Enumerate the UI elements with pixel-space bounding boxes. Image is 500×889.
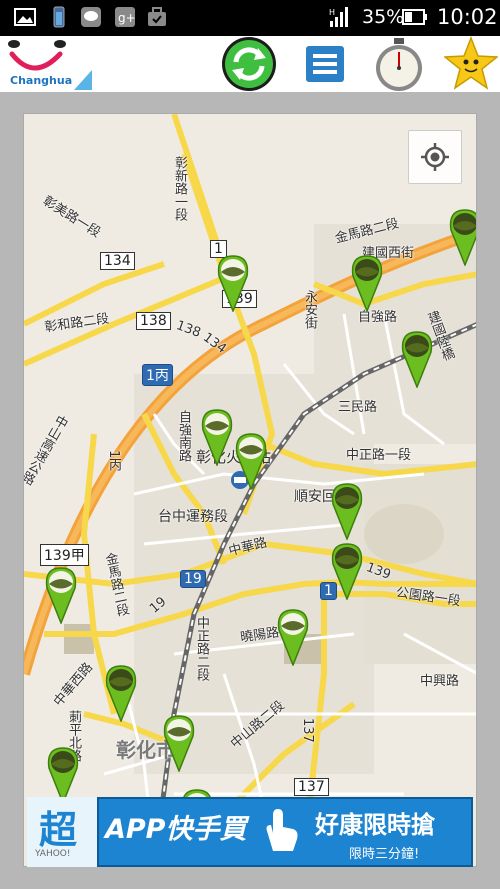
my-location-button[interactable] [408,130,462,184]
route-label-137: 137 [300,718,315,743]
bike-station-pin[interactable] [330,482,364,540]
battery-widget-icon [53,6,65,28]
map-label-zhongxing-road: 中興路 [420,674,460,689]
ad-title: APP快手買 [105,814,247,845]
gallery-icon [14,8,36,26]
ad-logo: 超 YAHOO! [27,797,97,867]
bike-station-pin[interactable] [350,254,384,312]
bike-station-pin[interactable] [162,714,196,772]
bike-station-pin[interactable] [216,254,250,312]
ad-logo-char: 超 [39,808,78,852]
ad-logo-yahoo: YAHOO! [35,849,71,859]
app-header: Changhua [0,36,500,92]
clock: 10:02 [437,5,498,29]
map-label-sanmin-road: 三民路 [338,400,378,415]
bike-station-pin[interactable] [400,330,434,388]
favorites-star-button[interactable] [444,36,498,92]
ad-sub: 限時三分鐘! [349,847,420,862]
map-label-zhongzheng-road: 中正路一段 [346,448,412,463]
map-label-yongan: 永安街 [302,290,317,329]
bike-station-pin[interactable] [104,664,138,722]
map-label-zhongzheng-road-2: 中正路二段 [194,616,209,681]
bike-station-pin[interactable] [44,566,78,624]
ad-banner[interactable]: 超 YAHOO! APP快手買 好康限時搶 限時三分鐘! [27,797,473,867]
route-shield-137: 137 [294,778,329,796]
logo-text: Changhua [10,74,73,87]
battery-percent: 35% [362,6,405,28]
bike-station-pin[interactable] [330,542,364,600]
route-shield-139-jia: 139甲 [40,544,89,566]
bike-station-pin[interactable] [46,746,80,804]
google-plus-icon: g+ [115,7,136,27]
svg-text:H: H [329,8,335,17]
stopwatch-button[interactable] [368,36,430,92]
briefcase-icon [148,7,166,26]
menu-button[interactable] [306,46,344,82]
route-label-1-bing: 1丙 [106,450,121,472]
refresh-button[interactable] [218,36,280,92]
app-logo: Changhua [4,38,92,90]
map-label-ziqiang-s: 自強南路 [176,410,191,462]
line-icon [81,7,101,27]
svg-text:g+: g+ [118,11,136,25]
map-label-zhangxin-road: 彰新路一段 [172,156,187,221]
route-shield-19: 19 [180,570,206,588]
bike-station-pin[interactable] [448,208,477,266]
route-shield-1-bing: 1丙 [142,364,173,386]
map-view[interactable]: 彰新路一段 彰美路一段 彰和路二段 金馬路二段 建國西街 永安街 自強路 建國陸… [23,113,477,867]
signal-icon: H [329,7,348,27]
battery-icon [402,9,427,25]
route-shield-138: 138 [136,312,171,330]
crosshair-icon [421,143,449,171]
status-bar: g+ H 35% 10:02 [0,0,500,36]
map-label-taichung-transport: 台中運務段 [158,509,228,525]
ad-promo: 好康限時搶 [315,811,435,839]
hand-tap-icon [266,809,298,851]
bike-station-pin[interactable] [234,432,268,490]
bike-station-pin[interactable] [276,608,310,666]
route-shield-134-left: 134 [100,252,135,270]
bike-station-pin[interactable] [200,408,234,466]
